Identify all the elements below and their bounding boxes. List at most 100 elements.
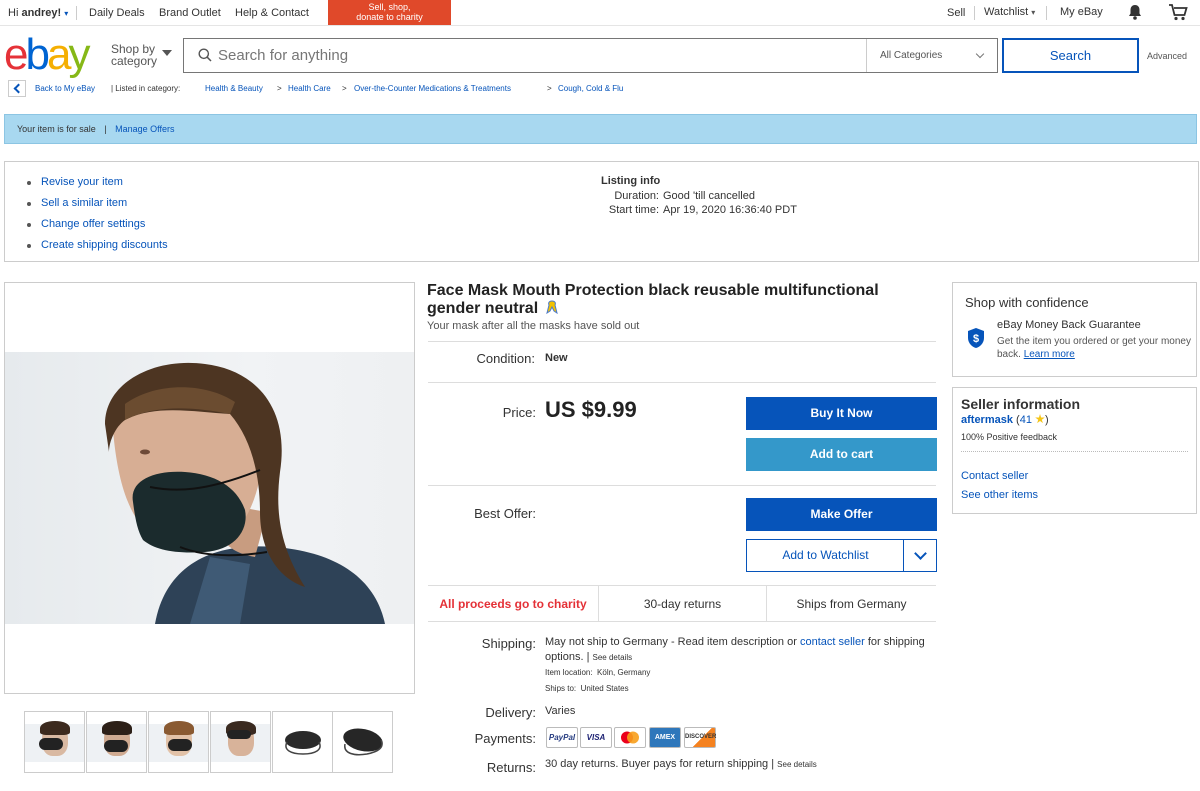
ebay-logo[interactable]: ebay bbox=[4, 30, 90, 79]
ships-to: Ships to: United States bbox=[545, 684, 629, 693]
shipping-see-details-link[interactable]: See details bbox=[593, 653, 633, 662]
chevron-down-icon: ▾ bbox=[64, 9, 69, 18]
contact-seller-link[interactable]: Contact seller bbox=[961, 470, 1028, 482]
search-button[interactable]: Search bbox=[1002, 38, 1139, 73]
chevron-down-icon[interactable] bbox=[162, 50, 172, 56]
sell-similar-link[interactable]: Sell a similar item bbox=[41, 197, 127, 209]
money-back-guarantee-desc: Get the item you ordered or get your mon… bbox=[997, 335, 1192, 361]
payments-label: Payments: bbox=[474, 731, 536, 746]
list-item: Revise your item bbox=[25, 176, 168, 197]
manage-offers-link[interactable]: Manage Offers bbox=[115, 124, 174, 134]
duration-label: Duration: bbox=[614, 190, 659, 202]
duration-row: Duration: Good 'till cancelled bbox=[601, 190, 797, 204]
charity-banner-line1: Sell, shop, bbox=[368, 2, 411, 12]
divider bbox=[76, 6, 77, 20]
bell-icon[interactable] bbox=[1128, 4, 1142, 20]
logo-letter-e: e bbox=[4, 30, 29, 79]
divider bbox=[961, 451, 1188, 452]
shop-with-confidence-panel: Shop with confidence $ eBay Money Back G… bbox=[952, 282, 1197, 377]
brand-outlet-link[interactable]: Brand Outlet bbox=[159, 7, 221, 19]
cart-icon[interactable] bbox=[1168, 3, 1188, 21]
back-to-my-ebay-link[interactable]: Back to My eBay bbox=[35, 84, 95, 93]
thumbnail-4[interactable] bbox=[210, 711, 271, 773]
charity-feature: All proceeds go to charity bbox=[439, 597, 587, 611]
listing-info-title: Listing info bbox=[601, 175, 661, 187]
breadcrumb-separator: > bbox=[342, 84, 347, 93]
charity-banner[interactable]: Sell, shop, donate to charity bbox=[328, 0, 451, 25]
logo-letter-b: b bbox=[25, 30, 50, 79]
thumbnail-5[interactable] bbox=[272, 711, 333, 773]
logo-letter-a: a bbox=[46, 30, 72, 79]
main-product-photo[interactable] bbox=[5, 352, 414, 624]
thumb-hair bbox=[40, 721, 70, 735]
change-offer-settings-link[interactable]: Change offer settings bbox=[41, 218, 145, 230]
thumbnail-2[interactable] bbox=[86, 711, 147, 773]
price-label: Price: bbox=[502, 405, 536, 420]
search-input[interactable] bbox=[218, 39, 858, 72]
divider bbox=[1046, 6, 1047, 20]
sell-link[interactable]: Sell bbox=[947, 7, 965, 19]
mastercard-circles bbox=[621, 731, 639, 744]
see-other-items-link[interactable]: See other items bbox=[961, 489, 1038, 501]
contact-seller-link[interactable]: contact seller bbox=[800, 636, 865, 648]
divider bbox=[428, 485, 936, 486]
chevron-down-icon[interactable] bbox=[903, 540, 936, 571]
greeting[interactable]: Hi andrey! ▾ bbox=[8, 7, 68, 19]
duration-value: Good 'till cancelled bbox=[663, 190, 755, 202]
divider bbox=[974, 6, 975, 20]
back-arrow-icon[interactable] bbox=[8, 80, 26, 97]
breadcrumb-separator: > bbox=[547, 84, 552, 93]
category-select[interactable]: All Categories bbox=[866, 39, 997, 72]
svg-text:$: $ bbox=[973, 333, 979, 345]
list-item: Create shipping discounts bbox=[25, 239, 168, 260]
ribbon-icon bbox=[545, 300, 558, 315]
thumbnail-6[interactable] bbox=[332, 711, 393, 773]
thumb-mask bbox=[104, 740, 128, 752]
make-offer-button[interactable]: Make Offer bbox=[746, 498, 937, 531]
returns-see-details-link[interactable]: See details bbox=[777, 760, 817, 769]
advanced-search-link[interactable]: Advanced bbox=[1147, 51, 1187, 61]
listed-in-label: | Listed in category: bbox=[111, 84, 181, 93]
breadcrumb-cough-cold-flu[interactable]: Cough, Cold & Flu bbox=[558, 84, 623, 93]
product-photo-illustration bbox=[105, 362, 385, 624]
buy-it-now-button[interactable]: Buy It Now bbox=[746, 397, 937, 430]
item-title-text: Face Mask Mouth Protection black reusabl… bbox=[427, 282, 879, 317]
returns-policy: 30 day returns. Buyer pays for return sh… bbox=[545, 758, 817, 770]
category-select-value: All Categories bbox=[880, 50, 943, 61]
thumb-mask bbox=[39, 738, 63, 750]
shop-by-category[interactable]: Shop by category bbox=[111, 43, 157, 67]
my-ebay-link[interactable]: My eBay bbox=[1060, 6, 1103, 18]
feature-strip: All proceeds go to charity 30-day return… bbox=[428, 585, 936, 622]
ships-to-label: Ships to: bbox=[545, 684, 577, 693]
watchlist-button-label: Add to Watchlist bbox=[782, 548, 869, 562]
returns-label: Returns: bbox=[486, 760, 536, 775]
add-to-cart-button[interactable]: Add to cart bbox=[746, 438, 937, 471]
positive-feedback: 100% Positive feedback bbox=[961, 432, 1058, 442]
returns-feature: 30-day returns bbox=[598, 586, 767, 622]
daily-deals-link[interactable]: Daily Deals bbox=[89, 7, 145, 19]
seller-name-link[interactable]: aftermask bbox=[961, 414, 1013, 426]
divider bbox=[428, 382, 936, 383]
feedback-count-link[interactable]: 41 bbox=[1020, 414, 1032, 426]
create-shipping-discounts-link[interactable]: Create shipping discounts bbox=[41, 239, 168, 251]
user-name: andrey! bbox=[21, 7, 62, 19]
help-contact-link[interactable]: Help & Contact bbox=[235, 7, 309, 19]
breadcrumb-health-beauty[interactable]: Health & Beauty bbox=[205, 84, 263, 93]
shop-by-line2: category bbox=[111, 54, 158, 68]
listing-info: Listing info Duration: Good 'till cancell… bbox=[601, 175, 797, 218]
condition-label: Condition: bbox=[476, 351, 535, 366]
revise-item-link[interactable]: Revise your item bbox=[41, 176, 123, 188]
search-icon bbox=[198, 48, 212, 62]
add-to-watchlist-button[interactable]: Add to Watchlist bbox=[746, 539, 937, 572]
learn-more-link[interactable]: Learn more bbox=[1024, 349, 1075, 360]
watchlist-label: Watchlist bbox=[984, 6, 1029, 18]
charity-banner-line2: donate to charity bbox=[356, 12, 423, 22]
watchlist-link[interactable]: Watchlist ▾ bbox=[984, 6, 1035, 18]
sale-banner-text: Your item is for sale bbox=[17, 124, 96, 134]
breadcrumb-otc-medications[interactable]: Over-the-Counter Medications & Treatment… bbox=[354, 84, 511, 93]
returns-text: 30 day returns. Buyer pays for return sh… bbox=[545, 758, 775, 770]
thumbnail-3[interactable] bbox=[148, 711, 209, 773]
shipping-details: May not ship to Germany - Read item desc… bbox=[545, 635, 925, 665]
breadcrumb-health-care[interactable]: Health Care bbox=[288, 84, 331, 93]
thumbnail-1[interactable] bbox=[24, 711, 85, 773]
